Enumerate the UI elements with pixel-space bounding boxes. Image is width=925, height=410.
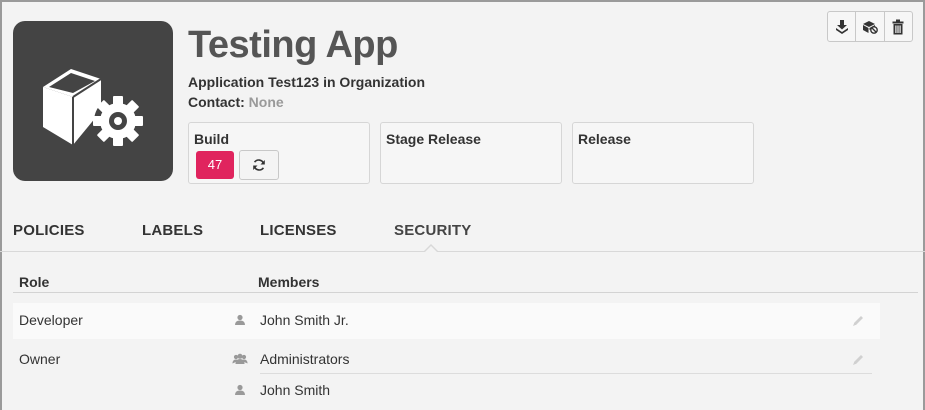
edit-pencil-icon[interactable] — [851, 353, 865, 367]
user-icon — [235, 314, 245, 325]
refresh-button[interactable] — [239, 150, 279, 180]
active-tab-indicator-fill — [425, 246, 437, 252]
table-row-owner: Owner Administrators John Smith — [13, 342, 880, 406]
app-icon — [13, 21, 173, 181]
contact-value: None — [248, 94, 284, 110]
app-subtitle: Application Test123 in Organization — [188, 74, 425, 90]
contact-label: Contact: — [188, 94, 245, 110]
build-number-badge[interactable]: 47 — [196, 151, 234, 179]
member-name: John Smith Jr. — [260, 312, 349, 328]
table-row-developer: Developer John Smith Jr. — [13, 303, 880, 339]
build-stage-label: Build — [194, 131, 229, 147]
member-divider — [260, 373, 872, 374]
download-button[interactable] — [828, 12, 857, 41]
edit-pencil-icon[interactable] — [851, 314, 865, 328]
release-panel: Release — [572, 122, 754, 184]
member-name: Administrators — [260, 351, 350, 367]
tab-security[interactable]: SECURITY — [394, 222, 471, 239]
members-column-header: Members — [258, 274, 320, 290]
role-column-header: Role — [19, 274, 50, 290]
stage-release-panel: Stage Release — [380, 122, 562, 184]
page-title: Testing App — [188, 24, 398, 66]
app-actions-toolbar — [827, 11, 913, 42]
tab-labels[interactable]: LABELS — [142, 222, 203, 239]
refresh-icon — [253, 159, 265, 171]
tab-policies[interactable]: POLICIES — [13, 222, 85, 239]
build-stage-panel: Build 47 — [188, 122, 370, 184]
download-icon — [835, 19, 848, 34]
member-name: John Smith — [260, 382, 331, 398]
trash-icon — [892, 19, 904, 34]
unlink-button[interactable] — [856, 12, 885, 41]
contact-line: Contact: None — [188, 94, 284, 110]
box-gear-icon — [43, 69, 143, 146]
delete-button[interactable] — [885, 12, 912, 41]
tab-bar: POLICIES LABELS LICENSES SECURITY — [0, 222, 925, 252]
tab-divider — [0, 251, 925, 252]
group-icon — [232, 353, 248, 364]
role-name: Developer — [19, 312, 83, 328]
unlink-icon — [862, 20, 878, 34]
release-label: Release — [578, 131, 631, 147]
user-icon — [235, 384, 245, 395]
table-header-divider — [13, 292, 918, 293]
tab-licenses[interactable]: LICENSES — [260, 222, 337, 239]
stage-release-label: Stage Release — [386, 131, 481, 147]
role-name: Owner — [19, 351, 61, 367]
